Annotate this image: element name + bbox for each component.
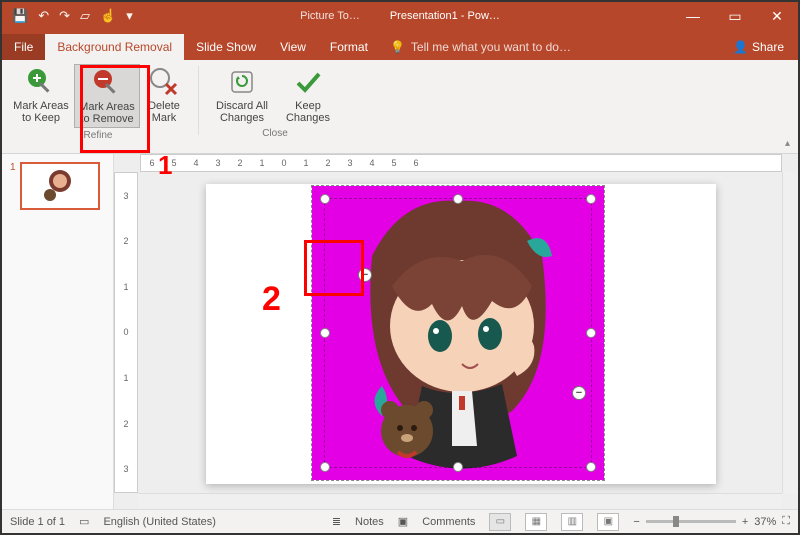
touch-mode-icon[interactable]: ☝	[100, 8, 116, 24]
notes-icon: ≣	[332, 515, 341, 528]
slide-thumbnail-panel[interactable]: 1	[2, 154, 114, 509]
label: Mark	[152, 112, 176, 124]
label: Changes	[286, 112, 330, 124]
horizontal-ruler[interactable]: 6543210123456	[140, 154, 782, 172]
document-title: Presentation1 - Pow…	[390, 10, 500, 22]
tab-slide-show[interactable]: Slide Show	[184, 34, 268, 60]
zoom-percent[interactable]: 37%	[754, 516, 776, 528]
ribbon-tabs: File Background Removal Slide Show View …	[2, 30, 798, 60]
checkmark-icon	[292, 66, 324, 98]
label: Mark Areas	[13, 100, 69, 112]
fit-to-window-button[interactable]: ⛶	[782, 515, 790, 528]
reading-view-button[interactable]: ▥	[561, 513, 583, 531]
minimize-button[interactable]: —	[672, 2, 714, 30]
resize-handle[interactable]	[586, 462, 596, 472]
comments-icon: ▣	[398, 515, 408, 528]
share-icon: 👤	[733, 40, 748, 54]
label: Discard All	[216, 100, 268, 112]
tab-format[interactable]: Format	[318, 34, 380, 60]
tab-view[interactable]: View	[268, 34, 318, 60]
zoom-in-button[interactable]: +	[742, 516, 748, 528]
recycle-icon	[226, 66, 258, 98]
work-area: 1 6543210123456 3210123	[2, 154, 798, 509]
discard-all-changes-button[interactable]: Discard All Changes	[209, 64, 275, 126]
group-label-close: Close	[262, 128, 288, 139]
annotation-number-1: 1	[158, 150, 172, 181]
lightbulb-icon: 💡	[390, 40, 405, 54]
slide-sorter-view-button[interactable]: ▦	[525, 513, 547, 531]
annotation-number-2: 2	[262, 280, 281, 319]
thumbnail-image-icon	[38, 167, 82, 205]
qat-dropdown-icon[interactable]: ▾	[126, 8, 133, 24]
selected-picture[interactable]: − −	[312, 186, 604, 480]
maximize-button[interactable]: ▭	[714, 2, 756, 30]
spellcheck-icon[interactable]: ▭	[79, 515, 89, 528]
tab-file[interactable]: File	[2, 34, 45, 60]
notes-button[interactable]: Notes	[355, 516, 384, 528]
comments-button[interactable]: Comments	[422, 516, 475, 528]
title-bar: 💾 ↶ ↷ ▱ ☝ ▾ Picture To… Presentation1 - …	[2, 2, 798, 30]
slide[interactable]: − −	[206, 184, 716, 484]
status-bar: Slide 1 of 1 ▭ English (United States) ≣…	[2, 509, 798, 533]
thumb-number: 1	[10, 162, 16, 210]
mark-areas-to-keep-button[interactable]: Mark Areas to Keep	[8, 64, 74, 128]
tell-me-search[interactable]: 💡 Tell me what you want to do…	[380, 34, 719, 60]
annotation-box-1	[80, 65, 150, 153]
language-status[interactable]: English (United States)	[103, 516, 216, 528]
tell-me-placeholder: Tell me what you want to do…	[411, 40, 571, 54]
quick-access-toolbar: 💾 ↶ ↷ ▱ ☝ ▾	[2, 8, 133, 24]
resize-handle[interactable]	[453, 462, 463, 472]
zoom-control: − + 37% ⛶	[633, 515, 790, 528]
start-from-beginning-icon[interactable]: ▱	[80, 8, 90, 24]
zoom-out-button[interactable]: −	[633, 516, 639, 528]
resize-handle[interactable]	[586, 328, 596, 338]
zoom-slider[interactable]	[646, 520, 736, 523]
resize-handle[interactable]	[320, 328, 330, 338]
vertical-ruler[interactable]: 3210123	[114, 172, 138, 493]
keep-changes-button[interactable]: Keep Changes	[275, 64, 341, 126]
resize-handle[interactable]	[586, 194, 596, 204]
label: Delete	[148, 100, 180, 112]
slide-thumbnail-1[interactable]	[20, 162, 100, 210]
resize-handle[interactable]	[320, 194, 330, 204]
redo-icon[interactable]: ↷	[59, 8, 70, 24]
label: to Keep	[22, 112, 60, 124]
collapse-ribbon-icon[interactable]: ▴	[785, 138, 790, 149]
normal-view-button[interactable]: ▭	[489, 513, 511, 531]
label: Keep	[295, 100, 321, 112]
group-close: Discard All Changes Keep Changes Close	[203, 60, 347, 153]
crop-marquee[interactable]	[324, 198, 592, 468]
resize-handle[interactable]	[320, 462, 330, 472]
vertical-scrollbar[interactable]	[782, 172, 798, 493]
label: Changes	[220, 112, 264, 124]
resize-handle[interactable]	[453, 194, 463, 204]
undo-icon[interactable]: ↶	[38, 8, 49, 24]
tab-background-removal[interactable]: Background Removal	[45, 34, 184, 60]
plus-pencil-icon	[25, 66, 57, 98]
close-window-button[interactable]: ✕	[756, 2, 798, 30]
horizontal-scrollbar[interactable]	[138, 493, 782, 509]
slide-canvas-area: 6543210123456 3210123	[114, 154, 798, 509]
remove-mark-point-icon[interactable]: −	[572, 386, 586, 400]
delete-mark-icon	[148, 66, 180, 98]
annotation-box-2	[304, 240, 364, 296]
save-icon[interactable]: 💾	[12, 8, 28, 24]
context-tab-title: Picture To…	[300, 10, 360, 22]
slide-counter: Slide 1 of 1	[10, 516, 65, 528]
share-label: Share	[752, 40, 784, 54]
slideshow-view-button[interactable]: ▣	[597, 513, 619, 531]
share-button[interactable]: 👤 Share	[719, 34, 798, 60]
